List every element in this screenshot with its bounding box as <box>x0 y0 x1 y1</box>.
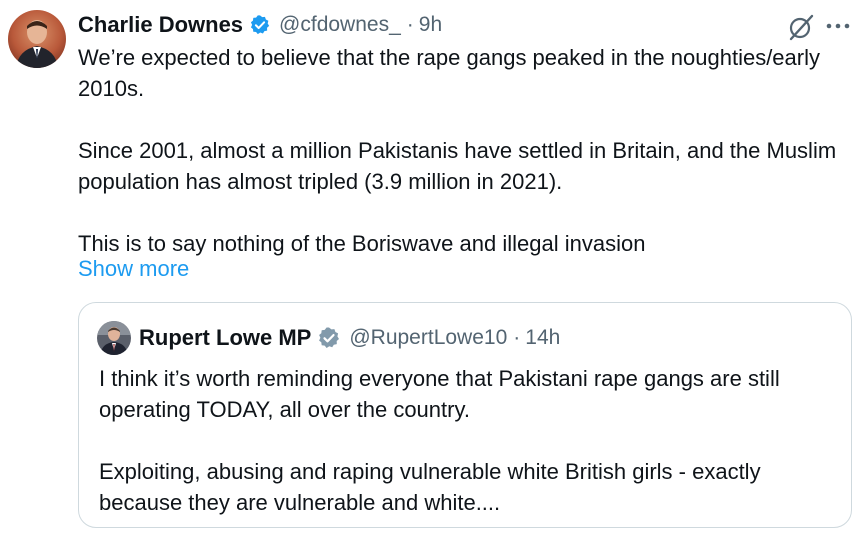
timestamp[interactable]: 9h <box>419 13 442 37</box>
tweet-text: We’re expected to believe that the rape … <box>78 42 838 259</box>
verified-badge-icon <box>249 14 271 36</box>
quoted-timestamp[interactable]: 14h <box>525 326 560 350</box>
quoted-author-avatar[interactable] <box>97 321 131 355</box>
author-avatar[interactable] <box>8 10 66 68</box>
tweet-paragraph: We’re expected to believe that the rape … <box>78 45 820 101</box>
separator-dot: · <box>513 326 521 349</box>
tweet-paragraph: This is to say nothing of the Boriswave … <box>78 231 646 256</box>
quoted-author-name[interactable]: Rupert Lowe MP <box>139 325 311 351</box>
author-handle[interactable]: @cfdownes_ <box>279 13 401 37</box>
tweet[interactable]: Charlie Downes @cfdownes_ · 9h We’re exp… <box>0 0 864 543</box>
quoted-tweet-paragraph: Exploiting, abusing and raping vulnerabl… <box>99 459 761 515</box>
author-name[interactable]: Charlie Downes <box>78 12 243 38</box>
quoted-tweet-text: I think it’s worth reminding everyone th… <box>99 363 839 518</box>
separator-dot: · <box>406 13 414 36</box>
quoted-tweet-paragraph: I think it’s worth reminding everyone th… <box>99 366 780 422</box>
tweet-paragraph: Since 2001, almost a million Pakistanis … <box>78 138 837 194</box>
quoted-tweet-header: Rupert Lowe MP @RupertLowe10 · 14h <box>139 323 560 353</box>
quoted-author-handle[interactable]: @RupertLowe10 <box>349 326 507 350</box>
show-more-link[interactable]: Show more <box>78 253 189 284</box>
quoted-tweet[interactable]: Rupert Lowe MP @RupertLowe10 · 14h I thi… <box>78 302 852 528</box>
verified-badge-icon <box>317 326 341 350</box>
more-icon[interactable] <box>822 14 854 38</box>
tweet-header: Charlie Downes @cfdownes_ · 9h <box>78 10 442 40</box>
grok-icon[interactable] <box>786 12 816 42</box>
